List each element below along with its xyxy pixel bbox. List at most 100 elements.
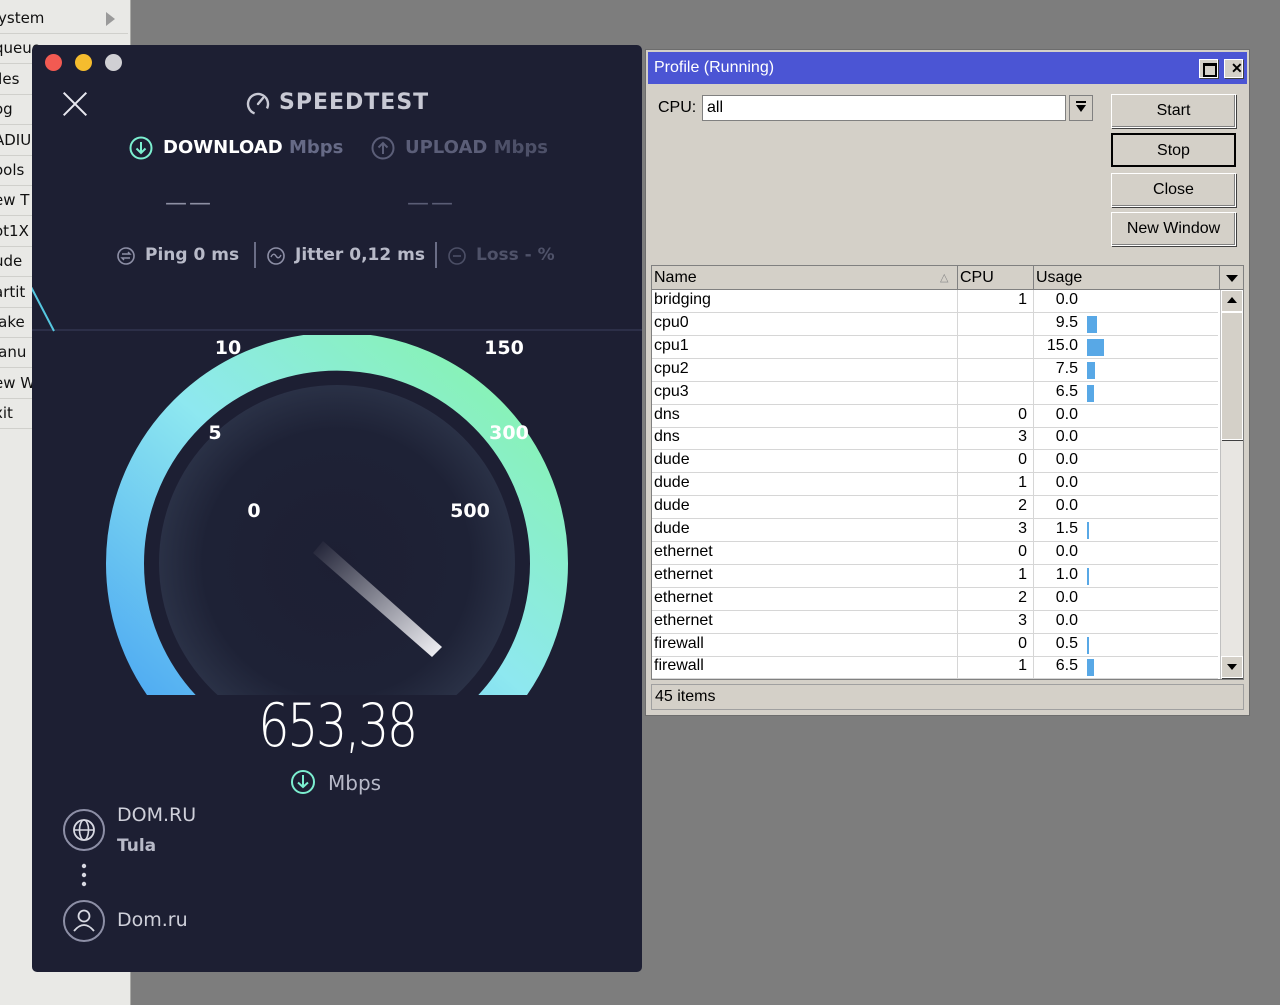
column-header-name[interactable]: Name △ — [652, 266, 958, 290]
menu-item-label: og — [0, 100, 13, 119]
scroll-up-button[interactable] — [1221, 290, 1243, 312]
cell-cpu: 1 — [1018, 291, 1027, 308]
cell-name: ethernet — [654, 565, 713, 583]
cpu-dropdown-button[interactable] — [1069, 95, 1093, 121]
cell-cpu: 0 — [1018, 451, 1027, 469]
table-row[interactable]: firewall 0 0.5 — [652, 634, 1218, 657]
cell-cpu: 1 — [1018, 474, 1027, 492]
table-row[interactable]: cpu0 9.5 — [652, 313, 1218, 336]
minimize-traffic-light[interactable] — [75, 54, 92, 71]
maximize-icon — [1203, 63, 1217, 77]
vertical-scrollbar[interactable] — [1220, 290, 1243, 679]
menu-item-label: lanu — [0, 343, 27, 362]
cell-cpu: 2 — [1018, 497, 1027, 515]
isp-location: Tula — [117, 836, 157, 856]
table-row[interactable]: dns 3 0.0 — [652, 427, 1218, 451]
speed-value: 653,38 — [258, 691, 418, 761]
submenu-arrow-icon — [106, 12, 115, 26]
table-row[interactable]: cpu2 7.5 — [652, 359, 1218, 382]
stop-button[interactable]: Stop — [1111, 133, 1236, 167]
cell-name: dude — [654, 520, 690, 537]
zoom-traffic-light[interactable] — [105, 54, 122, 71]
profile-table: Name △ CPU Usage bridging 1 0.0 cpu0 9.5 cpu1… — [651, 265, 1244, 680]
isp-name[interactable]: DOM.RU — [117, 804, 196, 826]
usage-bar — [1087, 384, 1094, 402]
usage-bar — [1087, 338, 1104, 356]
cell-name: bridging — [654, 291, 711, 308]
menu-item-label: ew T — [0, 191, 30, 210]
stats-separator — [435, 242, 437, 268]
cell-usage: 15.0 — [1046, 336, 1078, 354]
table-row[interactable]: cpu1 15.0 — [652, 336, 1218, 359]
gauge-tick-label: 5 — [208, 422, 221, 444]
column-header-name-text: Name — [654, 269, 697, 286]
maximize-button[interactable] — [1199, 59, 1218, 78]
globe-icon[interactable] — [62, 808, 106, 852]
cell-cpu: 3 — [1018, 428, 1027, 446]
table-row[interactable]: ethernet 3 0.0 — [652, 611, 1218, 634]
table-row[interactable]: dude 1 0.0 — [652, 473, 1218, 497]
cell-usage: 6.5 — [1055, 382, 1078, 400]
column-menu-button[interactable] — [1220, 266, 1243, 290]
table-row[interactable]: ethernet 0 0.0 — [652, 542, 1218, 565]
cpu-label: CPU: — [658, 99, 697, 116]
close-icon[interactable] — [62, 91, 88, 117]
close-icon: ✕ — [1231, 60, 1243, 76]
table-row[interactable]: ethernet 2 0.0 — [652, 588, 1218, 611]
cell-cpu: 3 — [1018, 611, 1027, 629]
cell-name: cpu0 — [654, 313, 689, 331]
upload-label: UPLOAD Mbps — [405, 137, 548, 158]
table-row[interactable]: dns 0 0.0 — [652, 405, 1218, 428]
table-row[interactable]: ethernet 1 1.0 — [652, 565, 1218, 588]
arrow-up-icon — [1227, 297, 1237, 303]
cell-usage: 0.0 — [1055, 588, 1078, 606]
table-row[interactable]: firewall 1 6.5 — [652, 656, 1218, 679]
column-header-cpu[interactable]: CPU — [958, 266, 1034, 290]
cell-usage: 0.0 — [1055, 451, 1078, 469]
upload-arrow-icon — [371, 136, 395, 160]
cell-usage: 1.0 — [1055, 565, 1078, 583]
close-traffic-light[interactable] — [45, 54, 62, 71]
menu-item-label: ew W — [0, 373, 36, 392]
table-row[interactable]: dude 0 0.0 — [652, 450, 1218, 474]
cell-name: firewall — [654, 657, 704, 675]
section-divider — [32, 329, 642, 331]
cell-usage: 0.0 — [1055, 542, 1078, 560]
cell-usage: 0.0 — [1055, 428, 1078, 446]
table-row[interactable]: dude 2 0.0 — [652, 496, 1218, 520]
column-separator — [957, 290, 958, 679]
close-button[interactable]: Close — [1111, 173, 1236, 207]
sort-asc-icon: △ — [940, 272, 949, 284]
user-icon[interactable] — [62, 899, 106, 943]
cell-name: dude — [654, 474, 690, 492]
start-button[interactable]: Start — [1111, 94, 1236, 128]
speed-unit: Mbps — [328, 771, 382, 795]
cell-cpu: 0 — [1018, 634, 1027, 652]
cell-name: ethernet — [654, 542, 713, 560]
loss-icon — [448, 247, 466, 265]
table-row[interactable]: bridging 1 0.0 — [652, 290, 1218, 313]
scroll-thumb[interactable] — [1221, 312, 1243, 440]
gauge-tick-label: 0 — [247, 500, 260, 522]
speedometer-icon — [246, 92, 270, 116]
table-row[interactable]: cpu3 6.5 — [652, 382, 1218, 405]
cell-usage: 0.0 — [1055, 474, 1078, 492]
host-name[interactable]: Dom.ru — [117, 909, 188, 931]
cpu-select-field[interactable]: all — [702, 95, 1066, 121]
cell-cpu: 1 — [1018, 565, 1027, 583]
column-header-usage[interactable]: Usage — [1034, 266, 1220, 290]
more-dots-icon — [81, 863, 87, 887]
cell-usage: 7.5 — [1055, 359, 1078, 377]
cell-name: dude — [654, 497, 690, 515]
table-row[interactable]: dude 3 1.5 — [652, 519, 1218, 542]
close-window-button[interactable]: ✕ — [1224, 59, 1243, 78]
profile-title-bar[interactable]: Profile (Running) ✕ — [648, 52, 1247, 84]
speed-gauge: 05102550100150300500 — [106, 335, 568, 695]
gauge-tick-label: 10 — [215, 337, 241, 359]
new-window-button[interactable]: New Window — [1111, 212, 1236, 246]
menu-item-label: ot1X — [0, 221, 29, 240]
cell-usage: 0.5 — [1055, 634, 1078, 652]
menu-item[interactable]: ystem — [0, 4, 128, 34]
arrow-down-icon — [1227, 664, 1237, 670]
scroll-down-button[interactable] — [1221, 656, 1243, 678]
